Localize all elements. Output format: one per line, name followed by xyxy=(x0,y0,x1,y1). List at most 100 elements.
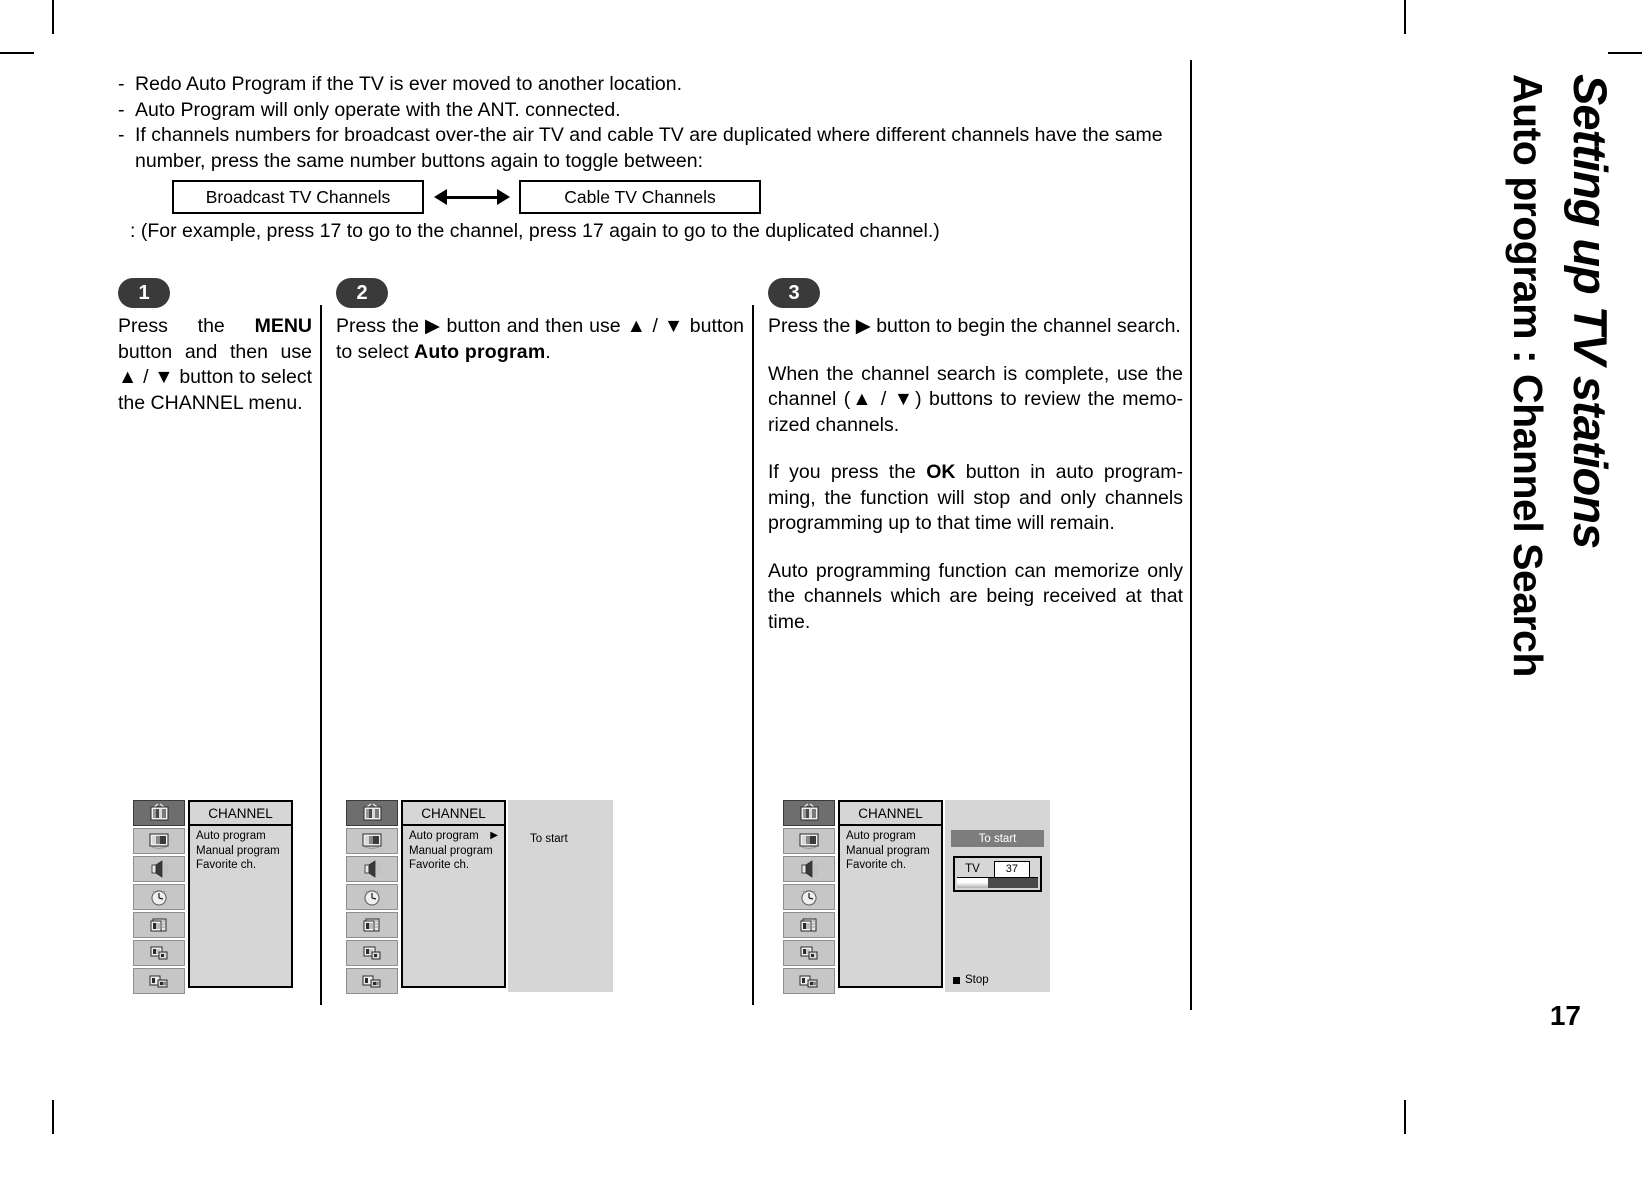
osd-menu-title: CHANNEL xyxy=(838,800,943,826)
note-item: - If channels numbers for broadcast over… xyxy=(118,123,1183,174)
broadcast-tv-channels-label: Broadcast TV Channels xyxy=(205,186,391,207)
osd-mockup-step2: CHANNEL Auto program ▶ Manual program Favori… xyxy=(346,800,613,994)
step-text-run: / xyxy=(646,315,664,337)
step-text-run: . xyxy=(545,340,551,363)
picture-icon xyxy=(353,831,391,851)
sound-icon xyxy=(790,859,828,879)
step-text-run: ▶ xyxy=(855,315,871,337)
osd-icon-sound-icon[interactable] xyxy=(783,856,835,882)
osd-menu-item-favorite-ch[interactable]: Favorite ch. xyxy=(409,858,498,873)
special-icon xyxy=(790,915,828,935)
step-text-emphasis: OK xyxy=(926,461,956,483)
osd-icon-tv-antenna-icon[interactable] xyxy=(783,800,835,826)
osd-menu-item-label: Auto program xyxy=(846,830,916,842)
osd-icon-screen-icon[interactable] xyxy=(133,940,185,966)
note-text: If channels numbers for broadcast over-t… xyxy=(135,124,1163,172)
osd-tv-label: TV xyxy=(965,863,980,875)
osd-icon-tv-antenna-icon[interactable] xyxy=(133,800,185,826)
step-2-column: 2 Press the ▶ button and then use ▲ / ▼ … xyxy=(336,278,744,365)
toggle-diagram: Broadcast TV Channels Cable TV Channels xyxy=(172,180,761,214)
step-text-run: ▲ xyxy=(850,388,874,410)
osd-menu-item-favorite-ch[interactable]: Favorite ch. xyxy=(846,858,935,873)
osd-icon-pip-icon[interactable] xyxy=(346,968,398,994)
osd-menu-title: CHANNEL xyxy=(401,800,506,826)
pip-icon xyxy=(353,971,391,991)
special-icon xyxy=(353,915,391,935)
tv-antenna-icon xyxy=(790,803,828,823)
osd-icon-special-icon[interactable] xyxy=(346,912,398,938)
osd-icon-special-icon[interactable] xyxy=(133,912,185,938)
osd-menu-item-auto-program[interactable]: Auto program xyxy=(196,829,285,844)
osd-menu-item-favorite-ch[interactable]: Favorite ch. xyxy=(196,858,285,873)
osd-menu-item-manual-program[interactable]: Manual program xyxy=(409,844,498,859)
step-paragraph: Auto programming function can memorize o… xyxy=(768,559,1183,636)
osd-icon-screen-icon[interactable] xyxy=(783,940,835,966)
clock-icon xyxy=(790,887,828,907)
osd-right-panel: To start xyxy=(508,800,613,992)
osd-icon-clock-icon[interactable] xyxy=(346,884,398,910)
osd-icon-sound-icon[interactable] xyxy=(346,856,398,882)
osd-to-start-label: To start xyxy=(530,833,568,845)
osd-menu-item-label: Manual program xyxy=(196,844,280,857)
osd-tuner-status-box: TV 37 xyxy=(953,856,1042,892)
osd-menu-item-auto-program[interactable]: Auto program ▶ xyxy=(409,829,498,844)
note-dash: - xyxy=(118,98,125,121)
osd-submenu-arrow-icon: ▶ xyxy=(490,830,498,841)
osd-icon-tv-antenna-icon[interactable] xyxy=(346,800,398,826)
osd-icon-screen-icon[interactable] xyxy=(346,940,398,966)
osd-search-progress-bar xyxy=(957,877,1038,888)
screen-icon xyxy=(140,943,178,963)
osd-menu-list: Auto program Manual program Favorite ch. xyxy=(838,826,943,988)
column-divider-2 xyxy=(752,305,754,1005)
page-number: 17 xyxy=(1549,1000,1581,1031)
step-paragraph: Press the MENU button and then use ▲ / ▼… xyxy=(118,314,312,416)
step-text-emphasis: Auto program xyxy=(414,340,546,363)
osd-icon-clock-icon[interactable] xyxy=(783,884,835,910)
step-3-badge: 3 xyxy=(768,278,820,308)
osd-menu-panel: CHANNEL Auto program Manual program Favorit… xyxy=(838,800,943,988)
osd-icon-picture-icon[interactable] xyxy=(133,828,185,854)
osd-icon-special-icon[interactable] xyxy=(783,912,835,938)
sound-icon xyxy=(353,859,391,879)
osd-icon-picture-icon[interactable] xyxy=(346,828,398,854)
toggle-arrow-wrap xyxy=(424,189,519,205)
osd-to-start-button[interactable]: To start xyxy=(951,830,1044,847)
step-text-run: Press the xyxy=(336,315,425,337)
osd-icon-picture-icon[interactable] xyxy=(783,828,835,854)
crop-mark-left-top xyxy=(0,52,34,54)
osd-icon-sound-icon[interactable] xyxy=(133,856,185,882)
content-right-rule xyxy=(1190,60,1192,1010)
cable-tv-channels-box: Cable TV Channels xyxy=(519,180,761,214)
stop-square-icon xyxy=(953,976,960,984)
note-dash: - xyxy=(118,73,125,95)
step-paragraph: Press the ▶ button to begin the channel … xyxy=(768,314,1183,340)
column-divider-1 xyxy=(320,305,322,1005)
clock-icon xyxy=(353,887,391,907)
osd-stop-hint[interactable]: Stop xyxy=(953,974,989,986)
osd-menu-item-manual-program[interactable]: Manual program xyxy=(196,844,285,859)
note-text: Redo Auto Program if the TV is ever move… xyxy=(135,73,683,95)
osd-menu-item-manual-program[interactable]: Manual program xyxy=(846,844,935,859)
step-1-badge: 1 xyxy=(118,278,170,308)
picture-icon xyxy=(140,831,178,851)
screen-icon xyxy=(790,943,828,963)
page-title-line1: Setting up TV stations xyxy=(1564,74,1617,549)
osd-icon-pip-icon[interactable] xyxy=(783,968,835,994)
crop-mark-top-left xyxy=(52,0,54,34)
osd-menu-item-label: Manual program xyxy=(846,844,930,857)
step-text-run: ▼ xyxy=(663,315,684,337)
step-text-run: ▼ xyxy=(893,388,916,410)
osd-menu-panel: CHANNEL Auto program Manual program Favorit… xyxy=(188,800,293,988)
step-text-run: Press the xyxy=(768,315,856,337)
osd-menu-item-auto-program[interactable]: Auto program xyxy=(846,829,935,844)
pip-icon xyxy=(790,971,828,991)
osd-icon-pip-icon[interactable] xyxy=(133,968,185,994)
pip-icon xyxy=(140,971,178,991)
osd-menu-item-label: Auto program xyxy=(196,830,266,842)
note-dash: - xyxy=(118,124,125,146)
osd-menu-item-label: Favorite ch. xyxy=(846,859,907,871)
crop-mark-top-right xyxy=(1404,0,1406,34)
tv-antenna-icon xyxy=(140,803,178,823)
step-text-run: / xyxy=(873,388,894,410)
osd-icon-clock-icon[interactable] xyxy=(133,884,185,910)
